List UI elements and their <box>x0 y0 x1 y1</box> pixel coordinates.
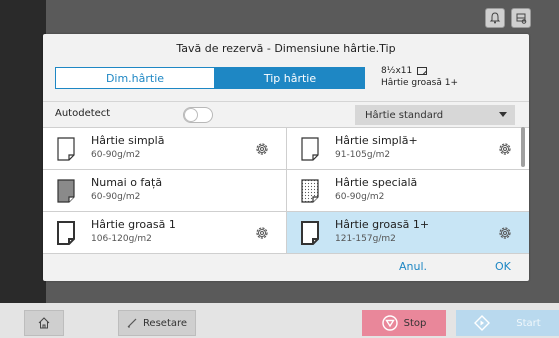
autodetect-label: Autodetect <box>55 108 111 119</box>
chevron-down-icon <box>499 112 507 117</box>
thick-paper-icon <box>301 221 319 245</box>
paper-type-item[interactable]: Numai o față 60-90g/m2 <box>43 170 286 212</box>
autodetect-toggle[interactable] <box>183 107 213 123</box>
stop-button[interactable]: Stop <box>362 310 446 336</box>
home-button[interactable] <box>24 310 64 336</box>
gear-icon[interactable] <box>254 225 270 241</box>
paper-orientation-icon <box>417 67 428 75</box>
start-button[interactable]: Start <box>456 310 559 336</box>
tab-bar: Dim.hârtie Tip hârtie 8½x11 Hârtie groas… <box>55 63 515 96</box>
dialog-title: Tavă de rezervă - Dimensiune hârtie.Tip <box>176 42 396 55</box>
paper-type-name: Hârtie specială <box>335 176 418 189</box>
tab-paper-size[interactable]: Dim.hârtie <box>55 67 215 89</box>
paper-type-item[interactable]: Hârtie simplă 60-90g/m2 <box>43 128 286 170</box>
paper-sheet-icon <box>57 137 75 161</box>
paper-type-name: Hârtie simplă+ <box>335 134 418 147</box>
dialog-footer: Anul. OK <box>43 256 529 281</box>
thick-paper-icon <box>57 221 75 245</box>
paper-type-name: Hârtie simplă <box>91 134 165 147</box>
gear-icon[interactable] <box>497 141 513 157</box>
reset-button[interactable]: Resetare <box>118 310 196 336</box>
paper-type-weight: 121-157g/m2 <box>335 234 396 244</box>
home-icon <box>38 317 50 329</box>
screen: Tavă de rezervă - Dimensiune hârtie.Tip … <box>0 0 559 338</box>
paper-type-weight: 91-105g/m2 <box>335 150 391 160</box>
top-icons <box>485 8 531 28</box>
paper-type-item[interactable]: Hârtie groasă 1 106-120g/m2 <box>43 212 286 254</box>
paper-category-select[interactable]: Hârtie standard <box>355 105 515 125</box>
bell-icon[interactable] <box>485 8 505 28</box>
paper-type-name: Hârtie groasă 1 <box>91 218 176 231</box>
current-size: 8½x11 <box>381 66 413 76</box>
stop-icon <box>381 315 398 331</box>
eraser-icon <box>127 318 137 328</box>
paper-type-item[interactable]: Hârtie specială 60-90g/m2 <box>286 170 529 212</box>
paper-type-item-selected[interactable]: Hârtie groasă 1+ 121-157g/m2 <box>286 212 529 254</box>
start-label: Start <box>516 317 541 329</box>
gear-icon[interactable] <box>254 141 270 157</box>
ok-button[interactable]: OK <box>495 260 511 273</box>
paper-type-name: Hârtie groasă 1+ <box>335 218 430 231</box>
special-paper-icon <box>301 179 319 203</box>
start-diamond-icon <box>474 315 491 331</box>
paper-type-name: Numai o față <box>91 176 163 189</box>
paper-type-weight: 60-90g/m2 <box>91 150 141 160</box>
left-strip <box>0 0 46 303</box>
paper-type-weight: 106-120g/m2 <box>91 234 152 244</box>
current-type: Hârtie groasă 1+ <box>381 78 458 88</box>
one-side-paper-icon <box>57 179 75 203</box>
stop-label: Stop <box>403 317 427 329</box>
paper-category-value: Hârtie standard <box>365 109 444 121</box>
tab-paper-type[interactable]: Tip hârtie <box>215 67 365 89</box>
autodetect-row: Autodetect Hârtie standard <box>43 101 529 127</box>
paper-type-weight: 60-90g/m2 <box>335 192 385 202</box>
bottom-bar: Resetare Stop Start <box>0 303 559 338</box>
reset-label: Resetare <box>142 317 188 329</box>
cancel-button[interactable]: Anul. <box>399 260 427 273</box>
toggle-knob <box>184 108 198 122</box>
gear-icon[interactable] <box>497 225 513 241</box>
scrollbar[interactable] <box>521 127 525 167</box>
tray-icon[interactable] <box>511 8 531 28</box>
paper-type-grid: Hârtie simplă 60-90g/m2 Hârtie simplă+ 9… <box>43 127 529 254</box>
paper-type-weight: 60-90g/m2 <box>91 192 141 202</box>
paper-type-dialog: Tavă de rezervă - Dimensiune hârtie.Tip … <box>43 34 529 281</box>
current-setting-info: 8½x11 Hârtie groasă 1+ <box>381 65 458 89</box>
paper-sheet-icon <box>301 137 319 161</box>
paper-type-item[interactable]: Hârtie simplă+ 91-105g/m2 <box>286 128 529 170</box>
